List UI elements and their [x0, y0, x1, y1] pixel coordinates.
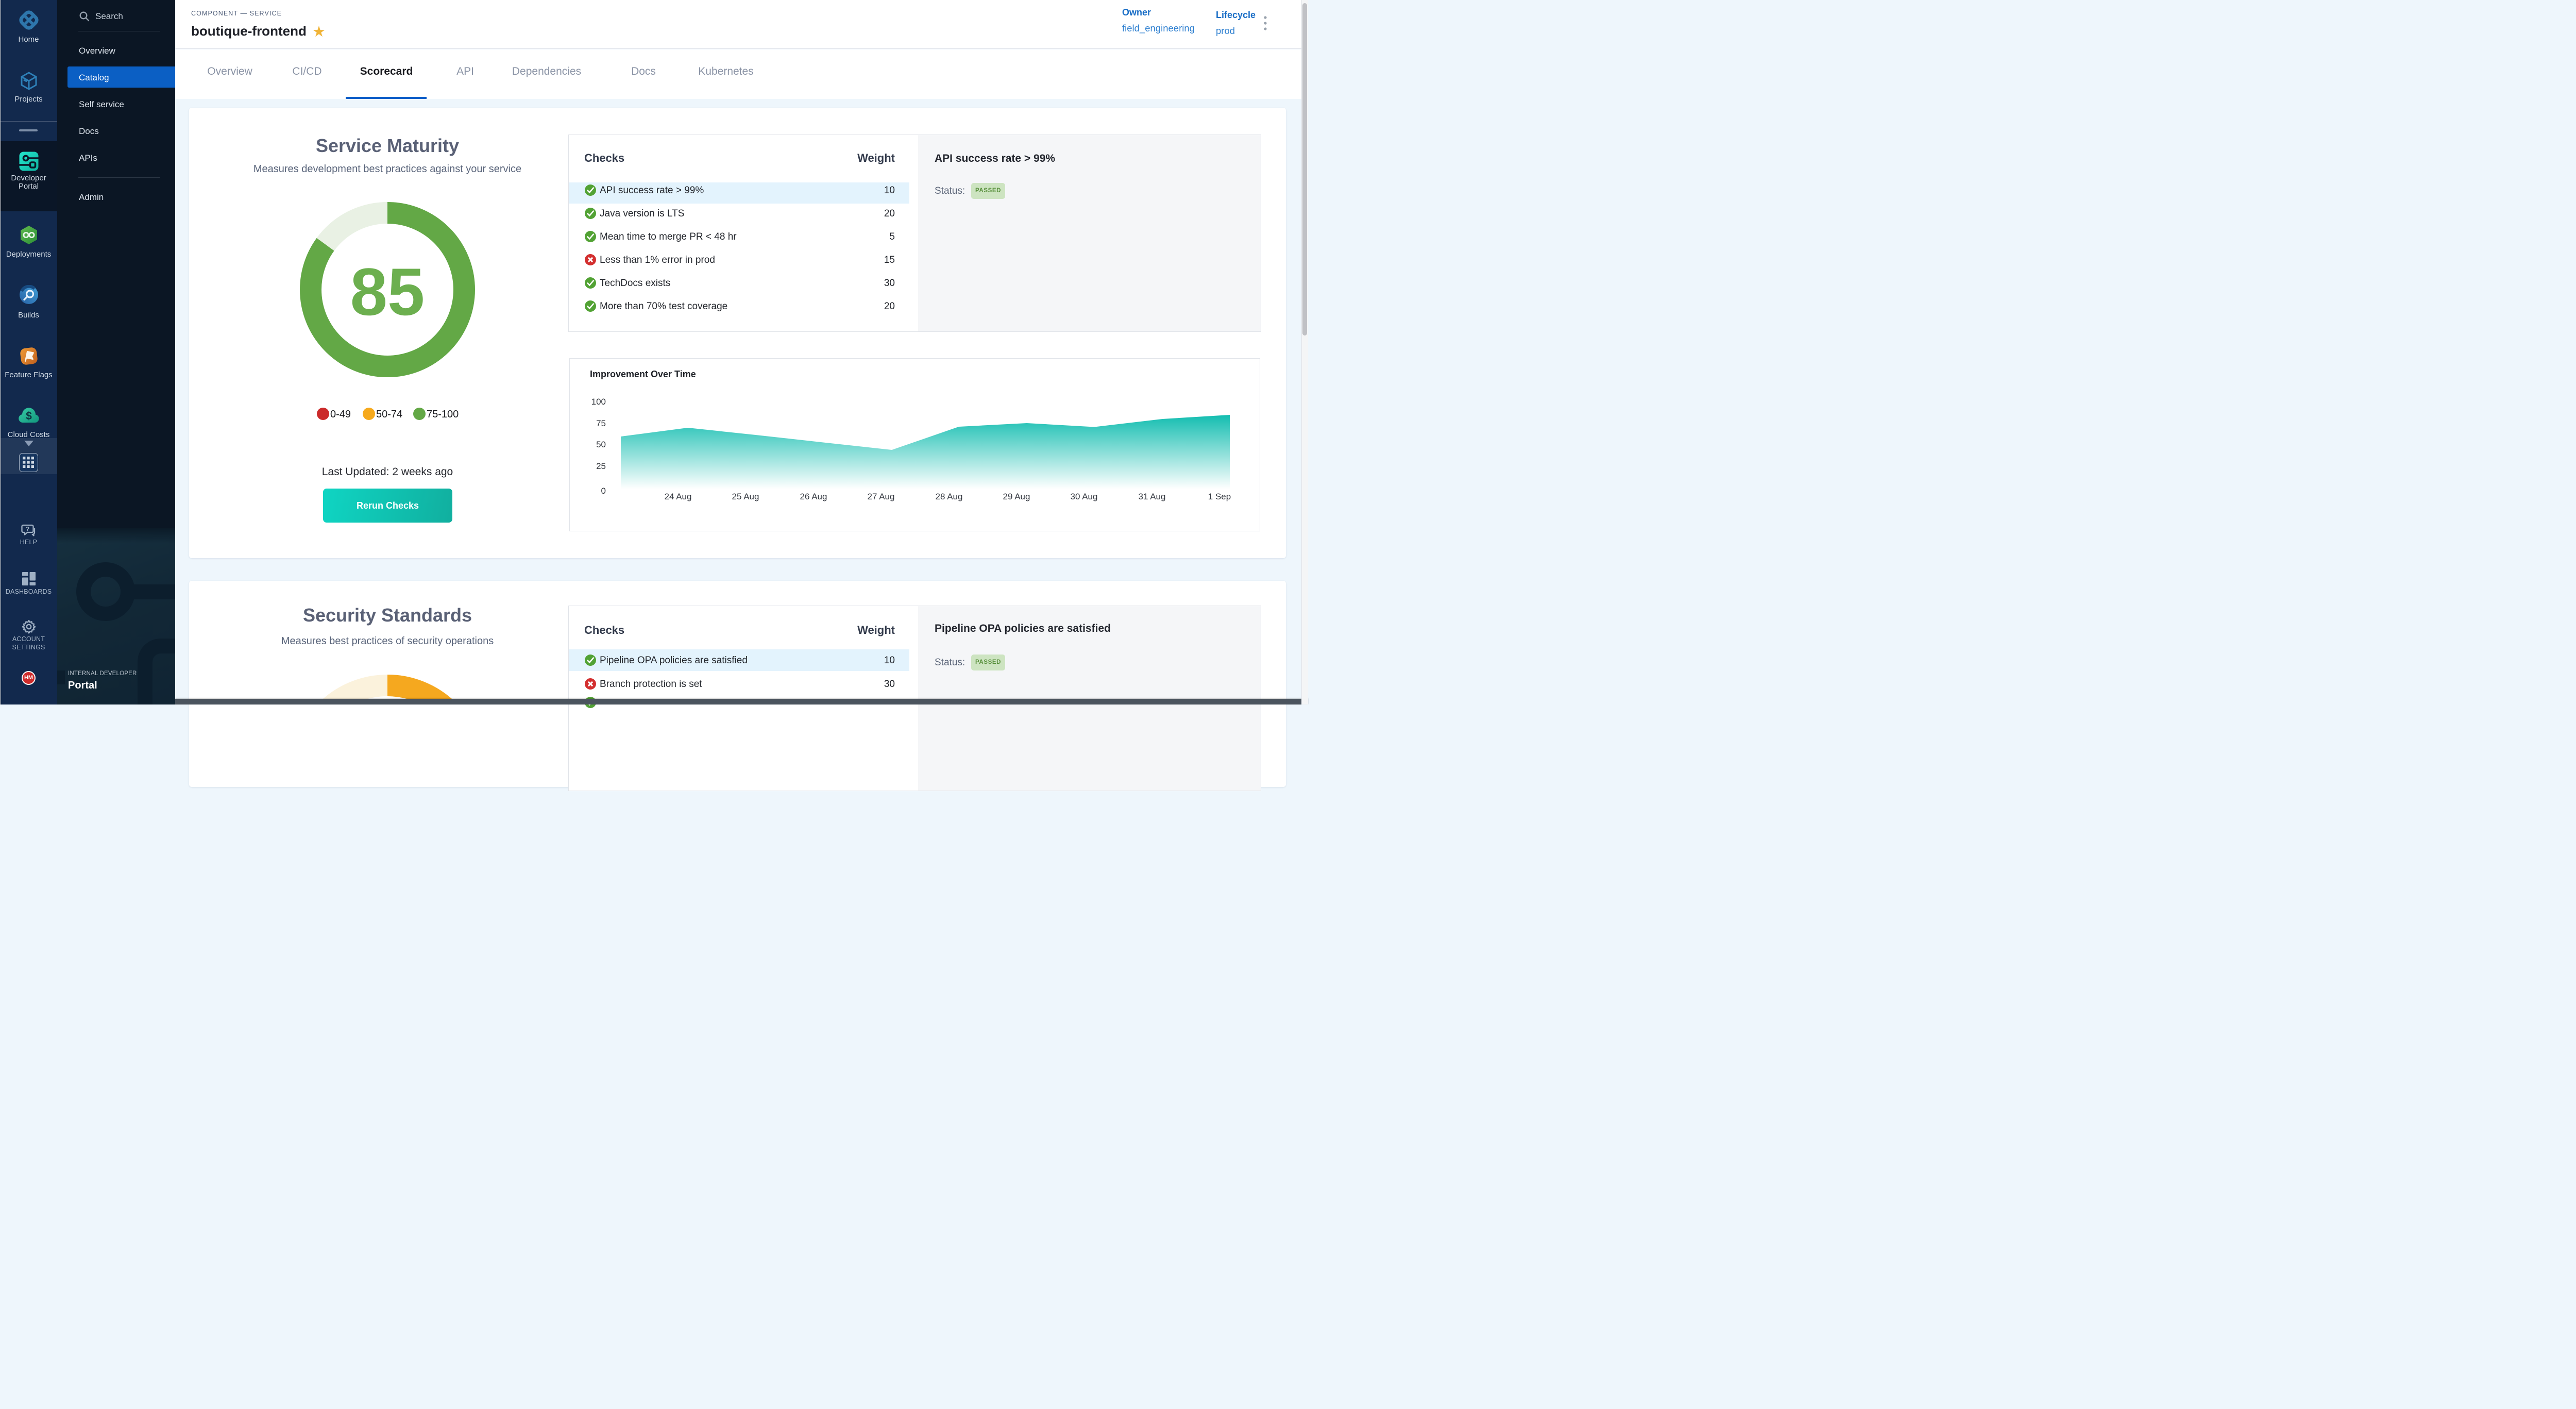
svg-text:?: ? [25, 526, 29, 533]
svg-text:85: 85 [350, 254, 425, 329]
svg-text:$: $ [26, 410, 32, 422]
